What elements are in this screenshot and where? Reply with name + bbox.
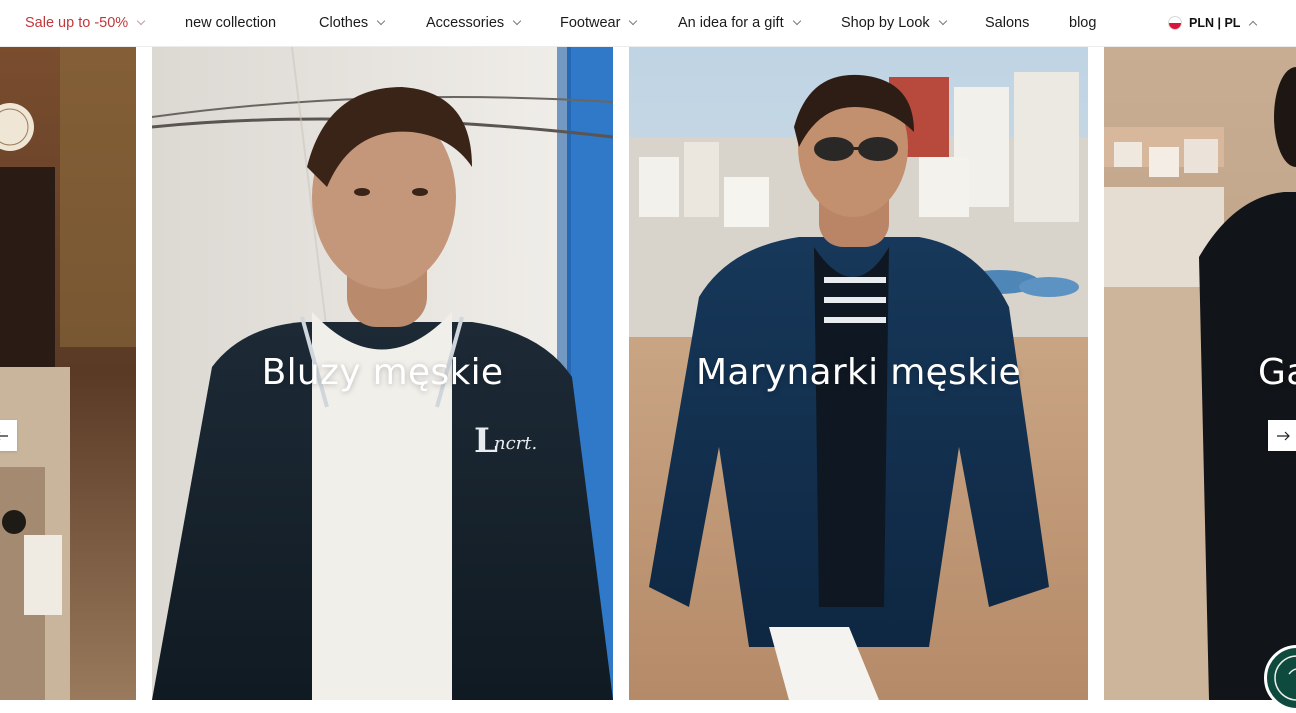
nav-item-label: new collection bbox=[185, 15, 277, 31]
nav-item-footwear[interactable]: Footwear bbox=[560, 0, 638, 46]
top-navigation: Sale up to -50% new collection Clothes A… bbox=[0, 0, 1296, 47]
carousel-prev-button[interactable] bbox=[0, 420, 17, 451]
category-card-hoodies[interactable]: L ncrt. Bluzy męskie bbox=[152, 47, 613, 700]
category-card-image bbox=[0, 47, 136, 700]
nav-item-new-collection[interactable]: new collection bbox=[185, 0, 276, 46]
svg-text:ncrt.: ncrt. bbox=[494, 433, 537, 454]
chevron-down-icon bbox=[136, 16, 146, 26]
nav-item-label: Shop by Look bbox=[841, 15, 930, 31]
chat-assistant-icon bbox=[1274, 655, 1296, 701]
category-card-title: Marynarki męskie bbox=[696, 352, 1021, 393]
category-card-blazers[interactable]: Marynarki męskie bbox=[629, 47, 1088, 700]
category-card[interactable]: Ga bbox=[1104, 47, 1296, 700]
nav-item-label: Salons bbox=[985, 15, 1030, 31]
chevron-down-icon bbox=[629, 16, 638, 26]
poland-flag-icon bbox=[1168, 16, 1182, 30]
locale-switcher[interactable]: PLN | PL bbox=[1168, 0, 1258, 46]
nav-item-blog[interactable]: blog bbox=[1069, 0, 1096, 46]
locale-label: PLN | PL bbox=[1189, 16, 1241, 30]
nav-item-label: Sale up to -50% bbox=[25, 15, 129, 31]
chevron-down-icon bbox=[938, 16, 947, 26]
arrow-right-icon bbox=[1277, 431, 1290, 440]
nav-item-salons[interactable]: Salons bbox=[985, 0, 1029, 46]
nav-item-label: blog bbox=[1069, 15, 1097, 31]
chevron-up-icon bbox=[1249, 20, 1258, 29]
nav-item-label: An idea for a gift bbox=[678, 15, 784, 31]
nav-item-sale[interactable]: Sale up to -50% bbox=[25, 0, 146, 46]
chevron-down-icon bbox=[512, 16, 522, 26]
nav-item-label: Clothes bbox=[319, 15, 369, 31]
carousel-next-button[interactable] bbox=[1268, 420, 1296, 451]
nav-item-label: Footwear bbox=[560, 15, 621, 31]
nav-item-gift-ideas[interactable]: An idea for a gift bbox=[678, 0, 801, 46]
arrow-left-icon bbox=[0, 431, 8, 440]
nav-item-label: Accessories bbox=[426, 15, 505, 31]
nav-item-shop-by-look[interactable]: Shop by Look bbox=[841, 0, 947, 46]
category-card[interactable] bbox=[0, 47, 136, 700]
nav-item-accessories[interactable]: Accessories bbox=[426, 0, 522, 46]
category-carousel: L ncrt. Bluzy męskie Marynarki męskie G bbox=[0, 47, 1296, 700]
nav-item-clothes[interactable]: Clothes bbox=[319, 0, 386, 46]
category-card-title: Ga bbox=[1258, 352, 1296, 393]
chevron-down-icon bbox=[376, 16, 386, 26]
chat-assistant-button[interactable] bbox=[1264, 645, 1296, 711]
category-card-title: Bluzy męskie bbox=[261, 352, 504, 393]
chevron-down-icon bbox=[792, 16, 801, 26]
